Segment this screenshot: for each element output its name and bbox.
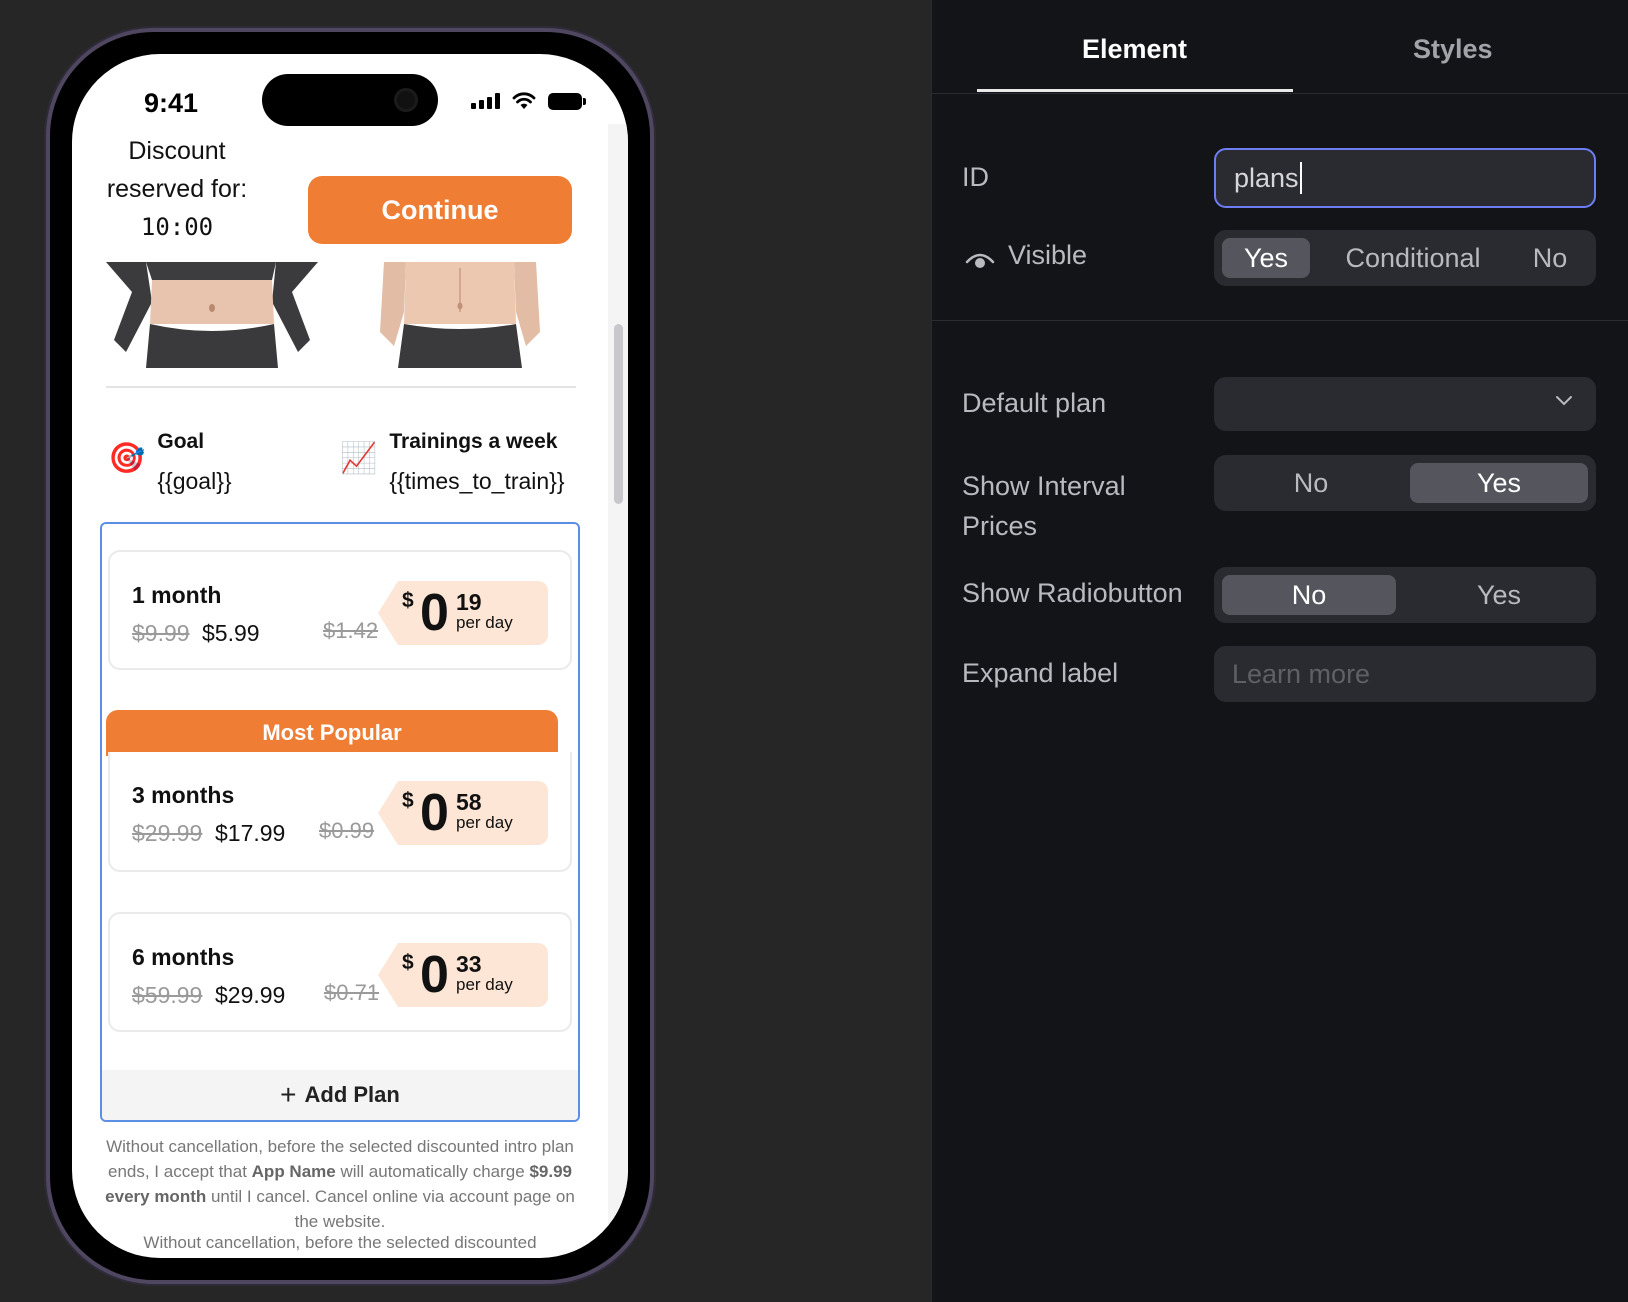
visible-option-no[interactable]: No	[1510, 238, 1590, 278]
discount-timer-block: Discount reserved for: 10:00	[102, 132, 252, 246]
id-label: ID	[962, 162, 989, 192]
plan-card[interactable]: 6 months $59.99 $29.99 $0.71 $ 0 33 per …	[108, 912, 572, 1032]
expand-label-label: Expand label	[962, 658, 1119, 688]
plan-name: 6 months	[132, 944, 235, 970]
plan-card[interactable]: 1 month $9.99 $5.99 $1.42 $ 0 19 per day	[108, 550, 572, 670]
price-integer: 0	[420, 584, 449, 642]
visible-toggle[interactable]: Yes Conditional No	[1214, 230, 1596, 286]
add-plan-label: Add Plan	[304, 1082, 400, 1107]
plan-old-price: $59.99	[132, 982, 203, 1008]
before-image	[106, 262, 318, 368]
plan-new-price: $29.99	[215, 982, 286, 1008]
text-caret	[1299, 162, 1302, 194]
goal-value: {{goal}}	[157, 468, 232, 494]
scrollbar-thumb[interactable]	[614, 324, 623, 504]
plan-old-price: $9.99	[132, 620, 190, 646]
wifi-icon	[512, 92, 536, 110]
show-interval-prices-label: Show Interval Prices	[962, 466, 1126, 546]
panel-tabs: Element Styles	[932, 0, 1628, 94]
price-per-day: per day	[456, 613, 513, 632]
visible-option-conditional[interactable]: Conditional	[1320, 238, 1506, 278]
continue-button[interactable]: Continue	[308, 176, 572, 244]
visible-option-yes[interactable]: Yes	[1222, 238, 1310, 278]
plans-component[interactable]: 1 month $9.99 $5.99 $1.42 $ 0 19 per day…	[100, 522, 580, 1122]
section-divider	[932, 320, 1628, 321]
tab-styles[interactable]: Styles	[1413, 34, 1493, 65]
show-radiobutton-toggle[interactable]: No Yes	[1214, 567, 1596, 623]
price-per-day: per day	[456, 813, 513, 832]
default-plan-select[interactable]	[1214, 377, 1596, 431]
expand-label-input[interactable]: Learn more	[1214, 646, 1596, 702]
label-line: Prices	[962, 511, 1038, 541]
goal-title: Goal	[157, 430, 205, 453]
plan-card[interactable]: 3 months $29.99 $17.99 $0.99 $ 0 58 per …	[108, 752, 572, 872]
disclaimer-part: until I cancel. Cancel online via accoun…	[206, 1187, 575, 1231]
phone-frame: 9:41 Discount reserved for: 10:00 Contin…	[46, 28, 654, 1284]
label-line: Show Interval	[962, 471, 1126, 501]
price-per-day: per day	[456, 975, 513, 994]
add-plan-button[interactable]: + Add Plan	[102, 1070, 578, 1120]
price-currency: $	[402, 789, 414, 812]
disclaimer-text: Without cancellation, before the selecte…	[102, 1134, 578, 1234]
eye-icon	[965, 250, 995, 275]
discount-label-line1: Discount	[128, 137, 226, 165]
interval-prices-option-no[interactable]: No	[1222, 463, 1400, 503]
chevron-down-icon	[1554, 393, 1574, 411]
price-tag: $ 0 19 per day	[378, 581, 548, 645]
plus-icon: +	[280, 1079, 297, 1110]
price-integer: 0	[420, 946, 449, 1004]
plan-name: 1 month	[132, 582, 222, 608]
disclaimer-app-name: App Name	[251, 1162, 336, 1181]
trainings-value: {{times_to_train}}	[389, 468, 565, 494]
default-plan-label: Default plan	[962, 388, 1107, 418]
interval-prices-option-yes[interactable]: Yes	[1410, 463, 1588, 503]
visible-label: Visible	[1008, 240, 1088, 270]
signal-icon	[471, 93, 500, 109]
plan-new-price: $17.99	[215, 820, 286, 846]
active-tab-indicator	[977, 89, 1293, 92]
target-icon: 🎯	[108, 442, 146, 475]
price-fraction: 58	[456, 789, 482, 815]
disclaimer-text-repeat: Without cancellation, before the selecte…	[143, 1233, 537, 1252]
disclaimer-part: will automatically charge	[335, 1162, 530, 1181]
id-input[interactable]: plans	[1214, 148, 1596, 208]
show-interval-prices-toggle[interactable]: No Yes	[1214, 455, 1596, 511]
camera-icon	[394, 88, 418, 112]
status-icons	[471, 92, 586, 110]
scrollbar-track[interactable]	[608, 124, 628, 1258]
radiobutton-option-yes[interactable]: Yes	[1410, 575, 1588, 615]
goal-stat: 🎯 Goal {{goal}}	[108, 430, 232, 495]
plan-name: 3 months	[132, 782, 235, 808]
battery-icon	[548, 92, 586, 110]
plan-new-price: $5.99	[202, 620, 260, 646]
price-currency: $	[402, 951, 414, 974]
show-radiobutton-label: Show Radiobutton	[962, 578, 1183, 608]
price-fraction: 19	[456, 589, 482, 615]
dynamic-island	[262, 74, 438, 126]
chart-icon: 📈	[340, 442, 378, 475]
plan-old-price: $29.99	[132, 820, 203, 846]
price-tag: $ 0 58 per day	[378, 781, 548, 845]
radiobutton-option-no[interactable]: No	[1222, 575, 1396, 615]
countdown-timer: 10:00	[140, 213, 214, 241]
trainings-stat: 📈 Trainings a week {{times_to_train}}	[340, 430, 565, 495]
price-fraction: 33	[456, 951, 482, 977]
after-image	[370, 262, 550, 368]
tab-element[interactable]: Element	[1082, 34, 1187, 65]
most-popular-badge: Most Popular	[106, 710, 558, 756]
inspector-panel: Element Styles ID plans Visible Yes Cond…	[931, 0, 1628, 1302]
price-currency: $	[402, 589, 414, 612]
discount-label-line2: reserved for:	[106, 175, 248, 203]
phone-screen: 9:41 Discount reserved for: 10:00 Contin…	[72, 54, 628, 1258]
plan-old-per-day: $0.99	[319, 818, 375, 843]
id-input-value: plans	[1234, 162, 1299, 193]
plan-old-per-day: $0.71	[324, 980, 380, 1005]
price-tag: $ 0 33 per day	[378, 943, 548, 1007]
status-time: 9:41	[144, 88, 199, 118]
section-divider	[106, 386, 576, 388]
price-integer: 0	[420, 784, 449, 842]
expand-label-placeholder: Learn more	[1232, 658, 1371, 689]
trainings-title: Trainings a week	[389, 430, 558, 453]
plan-old-per-day: $1.42	[323, 618, 379, 643]
